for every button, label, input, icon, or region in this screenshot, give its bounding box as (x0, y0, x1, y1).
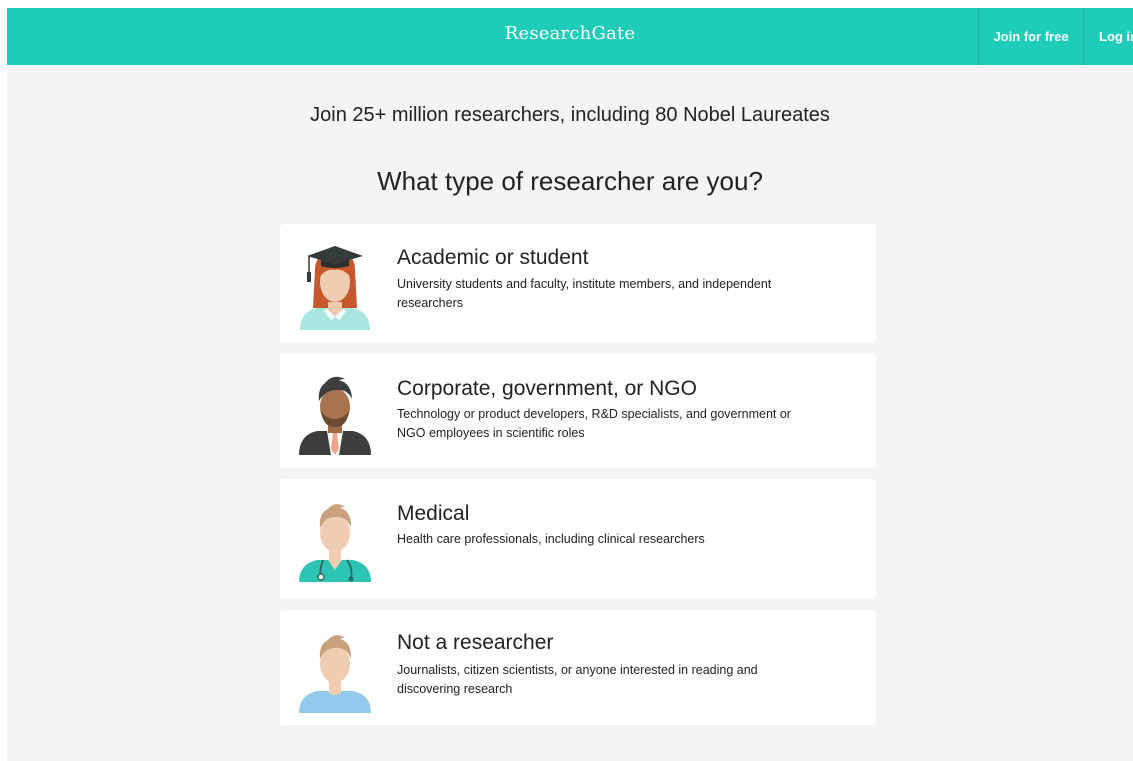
log-in-button[interactable]: Log in (1083, 8, 1133, 65)
top-navigation-bar: ResearchGate Join for free Log in (7, 8, 1133, 65)
option-title: Corporate, government, or NGO (397, 377, 697, 400)
researcher-type-question: What type of researcher are you? (377, 166, 763, 196)
option-description: Health care professionals, including cli… (397, 532, 705, 546)
option-title: Academic or student (397, 246, 589, 269)
option-description: University students and faculty, institu… (397, 277, 772, 310)
corporate-avatar-icon (299, 376, 371, 455)
option-card-medical[interactable]: Medical Health care professionals, inclu… (280, 479, 876, 599)
option-description: Journalists, citizen scientists, or anyo… (397, 663, 758, 696)
signup-headline: Join 25+ million researchers, including … (310, 104, 830, 126)
option-card-academic[interactable]: Academic or student University students … (280, 224, 876, 343)
medical-avatar-icon (299, 504, 371, 582)
option-description: Technology or product developers, R&D sp… (397, 407, 791, 440)
non-researcher-avatar-icon (299, 635, 371, 713)
page-frame: ResearchGate Join for free Log in Join 2… (7, 8, 1133, 761)
option-title: Medical (397, 502, 470, 525)
option-title: Not a researcher (397, 631, 554, 654)
option-card-corporate[interactable]: Corporate, government, or NGO Technology… (280, 353, 876, 468)
academic-avatar-icon (300, 246, 370, 330)
researchgate-logo[interactable]: ResearchGate (7, 23, 1133, 44)
option-card-not-a-researcher[interactable]: Not a researcher Journalists, citizen sc… (280, 610, 876, 725)
join-for-free-button[interactable]: Join for free (978, 8, 1083, 65)
